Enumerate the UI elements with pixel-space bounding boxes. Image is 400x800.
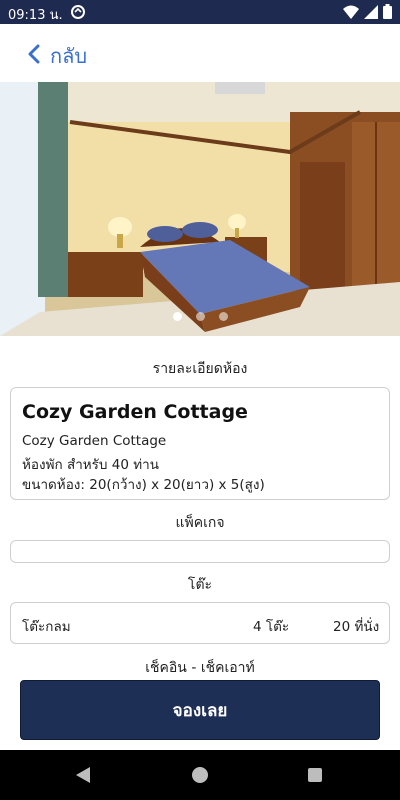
carousel-dot[interactable] xyxy=(218,312,228,321)
back-button[interactable]: กลับ xyxy=(28,40,87,72)
wifi-icon xyxy=(343,5,359,23)
room-capacity: ห้องพัก สำหรับ 40 ท่าน xyxy=(22,457,159,473)
sync-icon xyxy=(70,4,86,24)
carousel-indicator xyxy=(0,312,400,321)
room-details-card: Cozy Garden Cottage Cozy Garden Cottage … xyxy=(10,387,390,500)
nav-back-icon[interactable] xyxy=(76,767,90,783)
signal-icon xyxy=(364,4,378,23)
table-seats: 20 ที่นั่ง xyxy=(333,619,380,635)
battery-icon xyxy=(383,4,392,23)
back-label: กลับ xyxy=(50,44,88,68)
table-option-row[interactable]: โต๊ะกลม 4 โต๊ะ 20 ที่นั่ง xyxy=(10,602,390,644)
book-now-label: จองเลย xyxy=(172,700,228,721)
status-bar: 09:13 น. xyxy=(0,0,400,24)
room-photo-carousel[interactable] xyxy=(0,82,400,336)
checkin-heading: เช็คอิน - เช็คเอาท์ xyxy=(145,660,255,676)
package-field[interactable] xyxy=(10,540,390,563)
system-nav-bar xyxy=(0,750,400,800)
nav-home-icon[interactable] xyxy=(192,767,208,783)
table-count: 4 โต๊ะ xyxy=(253,619,290,635)
book-now-button[interactable]: จองเลย xyxy=(20,680,380,740)
status-time: 09:13 น. xyxy=(8,8,63,23)
room-name: Cozy Garden Cottage xyxy=(22,401,248,423)
chevron-left-icon xyxy=(28,44,40,69)
carousel-dot[interactable] xyxy=(172,312,182,321)
room-details-heading: รายละเอียดห้อง xyxy=(152,361,248,377)
table-type: โต๊ะกลม xyxy=(22,619,71,635)
carousel-dot[interactable] xyxy=(195,312,205,321)
nav-recents-icon[interactable] xyxy=(308,768,322,782)
package-heading: แพ็คเกจ xyxy=(175,515,225,531)
room-photo xyxy=(0,82,400,336)
room-subtitle: Cozy Garden Cottage xyxy=(22,433,167,449)
app-header: กลับ xyxy=(0,24,400,82)
tables-heading: โต๊ะ xyxy=(187,577,213,593)
room-size: ขนาดห้อง: 20(กว้าง) x 20(ยาว) x 5(สูง) xyxy=(22,477,265,493)
